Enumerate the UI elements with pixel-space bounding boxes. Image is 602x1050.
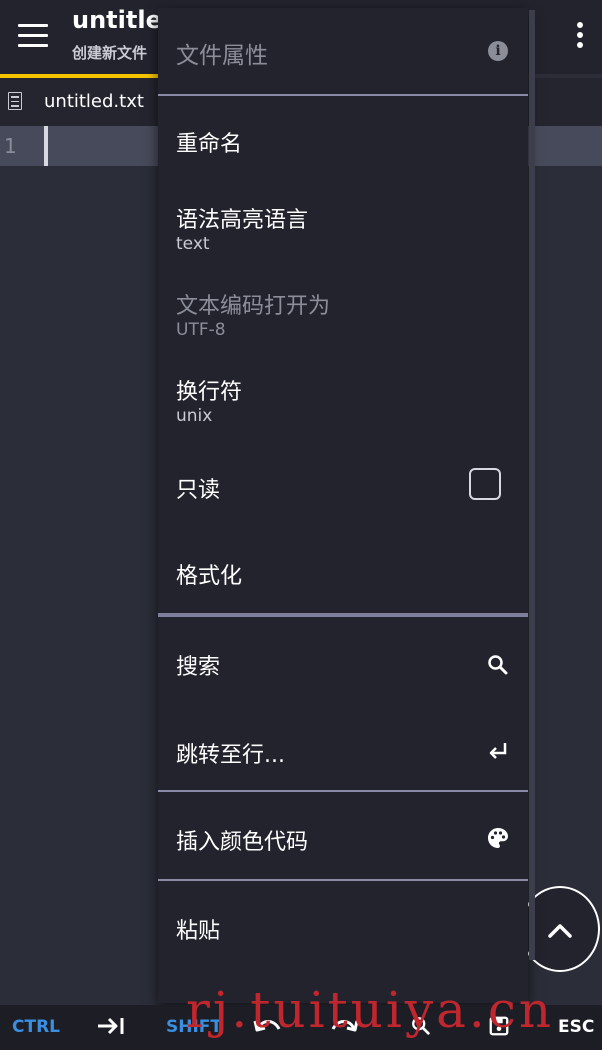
esc-key-button[interactable]: ESC [558, 1017, 594, 1037]
info-icon[interactable]: i [488, 41, 508, 61]
search-icon [488, 655, 508, 675]
menu-item-read-only[interactable]: 只读 [158, 436, 528, 522]
read-only-checkbox[interactable] [469, 468, 501, 500]
menu-item-label: 搜索 [176, 655, 221, 680]
ctrl-key-button[interactable]: CTRL [12, 1017, 60, 1037]
menu-item-value: UTF-8 [176, 320, 226, 340]
menu-item-rename[interactable]: 重命名 [158, 104, 528, 178]
file-properties-menu: 文件属性 i 重命名 语法高亮语言 text 文本编码打开为 UTF-8 换行符… [158, 8, 528, 1003]
menu-item-format[interactable]: 格式化 [158, 522, 528, 612]
menu-item-label: 只读 [176, 478, 221, 503]
line-number: 1 [4, 134, 17, 158]
chevron-up-icon [548, 924, 572, 938]
palette-icon [488, 828, 508, 848]
document-subtitle: 创建新文件 [72, 44, 148, 62]
menu-scrollbar[interactable] [529, 10, 535, 960]
menu-item-line-ending[interactable]: 换行符 unix [158, 350, 528, 436]
text-cursor [44, 126, 48, 166]
tab-icon[interactable] [96, 1015, 126, 1037]
menu-item-label: 插入颜色代码 [176, 830, 309, 855]
menu-item-paste[interactable]: 粘贴 [158, 881, 528, 967]
menu-item-search[interactable]: 搜索 [158, 617, 528, 705]
menu-item-goto-line[interactable]: 跳转至行... [158, 705, 528, 791]
menu-item-label: 粘贴 [176, 919, 221, 944]
menu-item-label: 重命名 [176, 132, 243, 157]
menu-item-encoding: 文本编码打开为 UTF-8 [158, 264, 528, 350]
menu-item-label: 跳转至行... [176, 743, 285, 768]
more-vert-icon[interactable] [576, 22, 584, 50]
menu-item-label: 换行符 [176, 380, 243, 405]
menu-item-insert-color[interactable]: 插入颜色代码 [158, 792, 528, 878]
hamburger-icon[interactable] [18, 24, 48, 48]
watermark: rj.tuituiya.cn [186, 981, 555, 1039]
menu-item-label: 格式化 [176, 564, 243, 589]
file-tab-label: untitled.txt [44, 91, 144, 112]
menu-item-label: 语法高亮语言 [176, 208, 309, 233]
menu-divider [158, 94, 528, 96]
menu-item-value: text [176, 234, 210, 254]
menu-header: 文件属性 i [158, 8, 528, 96]
menu-item-value: unix [176, 406, 213, 426]
file-icon [8, 92, 22, 110]
menu-item-syntax-language[interactable]: 语法高亮语言 text [158, 178, 528, 264]
menu-item-label: 文本编码打开为 [176, 294, 331, 319]
menu-header-label: 文件属性 [176, 43, 268, 69]
return-icon [489, 743, 507, 759]
